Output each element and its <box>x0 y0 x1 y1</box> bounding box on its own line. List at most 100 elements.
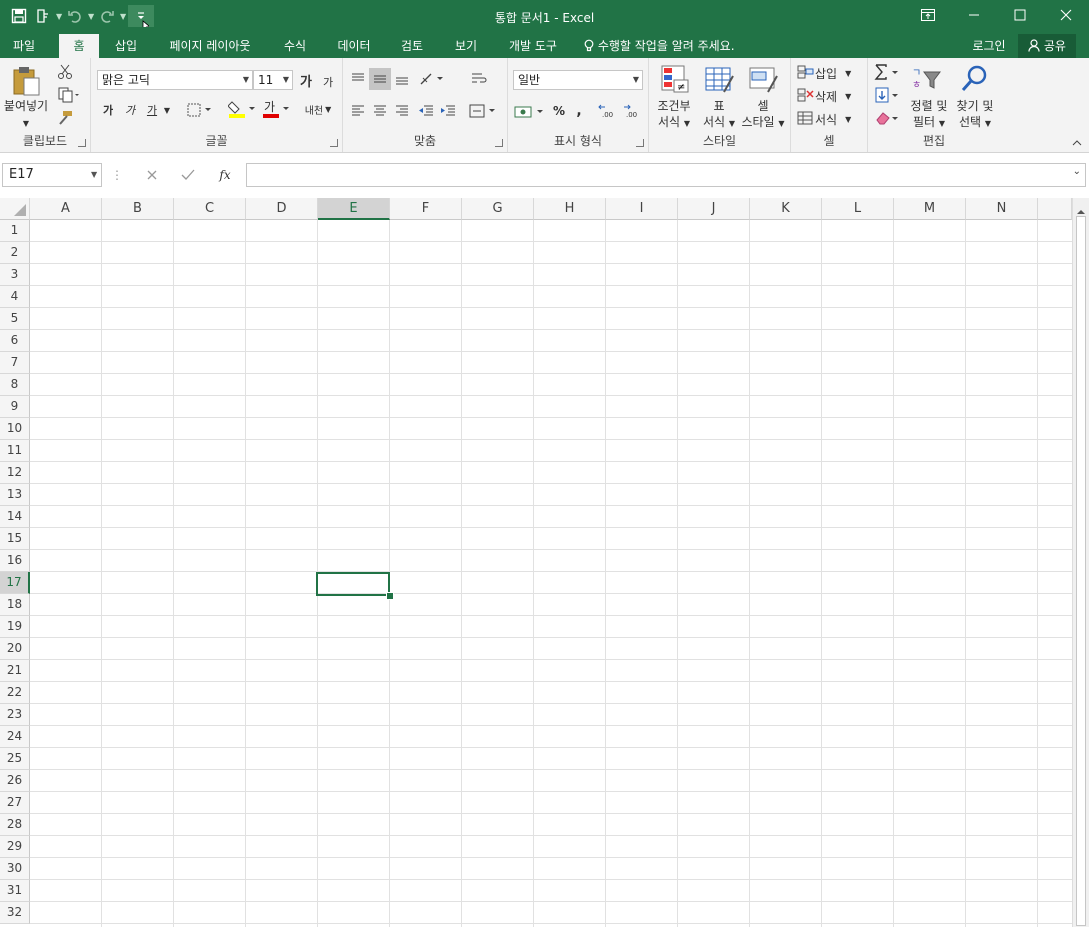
signin-link[interactable]: 로그인 <box>966 34 1012 58</box>
column-header[interactable]: M <box>894 198 966 220</box>
insert-function-button[interactable]: fx <box>212 166 238 184</box>
maximize-icon[interactable] <box>997 0 1043 30</box>
row-header[interactable]: 1 <box>0 220 30 242</box>
row-header[interactable]: 4 <box>0 286 30 308</box>
font-size-combo[interactable]: 11 ▼ <box>253 70 293 90</box>
align-left-icon[interactable] <box>347 100 369 122</box>
row-header[interactable]: 21 <box>0 660 30 682</box>
row-header[interactable]: 25 <box>0 748 30 770</box>
column-header[interactable]: J <box>678 198 750 220</box>
font-name-combo[interactable]: 맑은 고딕 ▼ <box>97 70 253 90</box>
vertical-scrollbar[interactable] <box>1072 198 1089 927</box>
select-all-button[interactable] <box>0 198 30 220</box>
row-header[interactable]: 18 <box>0 594 30 616</box>
row-header[interactable]: 24 <box>0 726 30 748</box>
font-color-button[interactable]: 가 <box>261 98 291 120</box>
format-as-table-button[interactable]: 표 서식 ▼ <box>695 98 743 132</box>
fill-handle[interactable] <box>386 592 394 600</box>
italic-button[interactable]: 가 <box>121 100 139 120</box>
scroll-thumb[interactable] <box>1076 216 1086 926</box>
cell-styles-button[interactable]: 셀 스타일 ▼ <box>737 98 789 132</box>
cell-area[interactable] <box>30 220 1072 927</box>
row-header[interactable]: 19 <box>0 616 30 638</box>
row-header[interactable]: 31 <box>0 880 30 902</box>
shrink-font-button[interactable]: 가 <box>319 72 337 92</box>
copy-icon[interactable] <box>54 85 84 105</box>
find-select-icon[interactable] <box>956 62 992 96</box>
row-header[interactable]: 2 <box>0 242 30 264</box>
name-box[interactable]: E17 ▼ <box>2 163 102 187</box>
row-header[interactable]: 30 <box>0 858 30 880</box>
row-header[interactable]: 5 <box>0 308 30 330</box>
format-cells-button[interactable]: 서식 ▼ <box>797 110 863 128</box>
tab-insert[interactable]: 삽입 <box>106 34 146 58</box>
bold-button[interactable]: 가 <box>99 100 117 120</box>
minimize-icon[interactable] <box>951 0 997 30</box>
borders-icon[interactable] <box>185 100 215 120</box>
cancel-entry-icon[interactable] <box>140 166 164 184</box>
decrease-decimal-icon[interactable]: .00 <box>620 100 642 122</box>
column-header[interactable]: D <box>246 198 318 220</box>
underline-button[interactable]: 가 <box>143 100 161 120</box>
close-icon[interactable] <box>1043 0 1089 30</box>
row-header[interactable]: 6 <box>0 330 30 352</box>
merge-center-icon[interactable] <box>467 100 499 122</box>
wrap-text-icon[interactable] <box>467 68 491 90</box>
column-header[interactable]: A <box>30 198 102 220</box>
column-header[interactable]: N <box>966 198 1038 220</box>
tab-developer[interactable]: 개발 도구 <box>500 34 566 58</box>
increase-indent-icon[interactable] <box>437 100 459 122</box>
tell-me-search[interactable]: 수행할 작업을 알려 주세요. <box>584 34 760 58</box>
clipboard-launcher-icon[interactable] <box>78 139 86 147</box>
enter-entry-icon[interactable] <box>176 166 200 184</box>
accounting-format-icon[interactable] <box>512 100 546 122</box>
row-header[interactable]: 13 <box>0 484 30 506</box>
comma-style-button[interactable]: , <box>570 100 588 122</box>
format-painter-icon[interactable] <box>54 108 76 128</box>
active-cell-e17[interactable] <box>316 572 390 596</box>
fill-icon[interactable] <box>872 85 904 105</box>
column-header[interactable]: H <box>534 198 606 220</box>
decrease-indent-icon[interactable] <box>415 100 437 122</box>
align-center-icon[interactable] <box>369 100 391 122</box>
row-header[interactable]: 28 <box>0 814 30 836</box>
find-select-button[interactable]: 찾기 및 선택 ▼ <box>950 98 1000 132</box>
collapse-ribbon-icon[interactable] <box>1068 136 1086 150</box>
format-as-table-icon[interactable] <box>701 62 737 96</box>
insert-cells-button[interactable]: 삽입 ▼ <box>797 64 863 82</box>
clear-icon[interactable] <box>872 108 904 128</box>
fill-color-icon[interactable] <box>227 98 257 120</box>
paste-button[interactable]: 붙여넣기 ▼ <box>0 98 52 132</box>
number-format-combo[interactable]: 일반 ▼ <box>513 70 643 90</box>
cell-styles-icon[interactable] <box>745 62 781 96</box>
row-header[interactable]: 23 <box>0 704 30 726</box>
row-header[interactable]: 15 <box>0 528 30 550</box>
column-header[interactable]: B <box>102 198 174 220</box>
column-header[interactable]: I <box>606 198 678 220</box>
row-header[interactable]: 22 <box>0 682 30 704</box>
row-header[interactable]: 9 <box>0 396 30 418</box>
column-header[interactable]: K <box>750 198 822 220</box>
row-header[interactable]: 29 <box>0 836 30 858</box>
number-launcher-icon[interactable] <box>636 139 644 147</box>
tab-page-layout[interactable]: 페이지 레이아웃 <box>158 34 262 58</box>
tab-home[interactable]: 홈 <box>59 34 99 58</box>
formula-input[interactable]: ⌄ <box>246 163 1086 187</box>
conditional-formatting-button[interactable]: 조건부 서식 ▼ <box>649 98 699 132</box>
sort-filter-button[interactable]: 정렬 및 필터 ▼ <box>904 98 954 132</box>
row-header[interactable]: 32 <box>0 902 30 924</box>
row-header[interactable]: 26 <box>0 770 30 792</box>
row-header[interactable]: 27 <box>0 792 30 814</box>
column-header[interactable]: F <box>390 198 462 220</box>
column-header-selected[interactable]: E <box>318 198 390 220</box>
ribbon-display-options-icon[interactable] <box>905 0 951 30</box>
column-header[interactable]: G <box>462 198 534 220</box>
top-align-icon[interactable] <box>347 68 369 90</box>
tab-data[interactable]: 데이터 <box>328 34 380 58</box>
bottom-align-icon[interactable] <box>391 68 413 90</box>
row-header[interactable]: 12 <box>0 462 30 484</box>
row-header-selected[interactable]: 17 <box>0 572 30 594</box>
row-header[interactable]: 14 <box>0 506 30 528</box>
tab-file[interactable]: 파일 <box>4 34 44 58</box>
increase-decimal-icon[interactable]: .00 <box>596 100 618 122</box>
